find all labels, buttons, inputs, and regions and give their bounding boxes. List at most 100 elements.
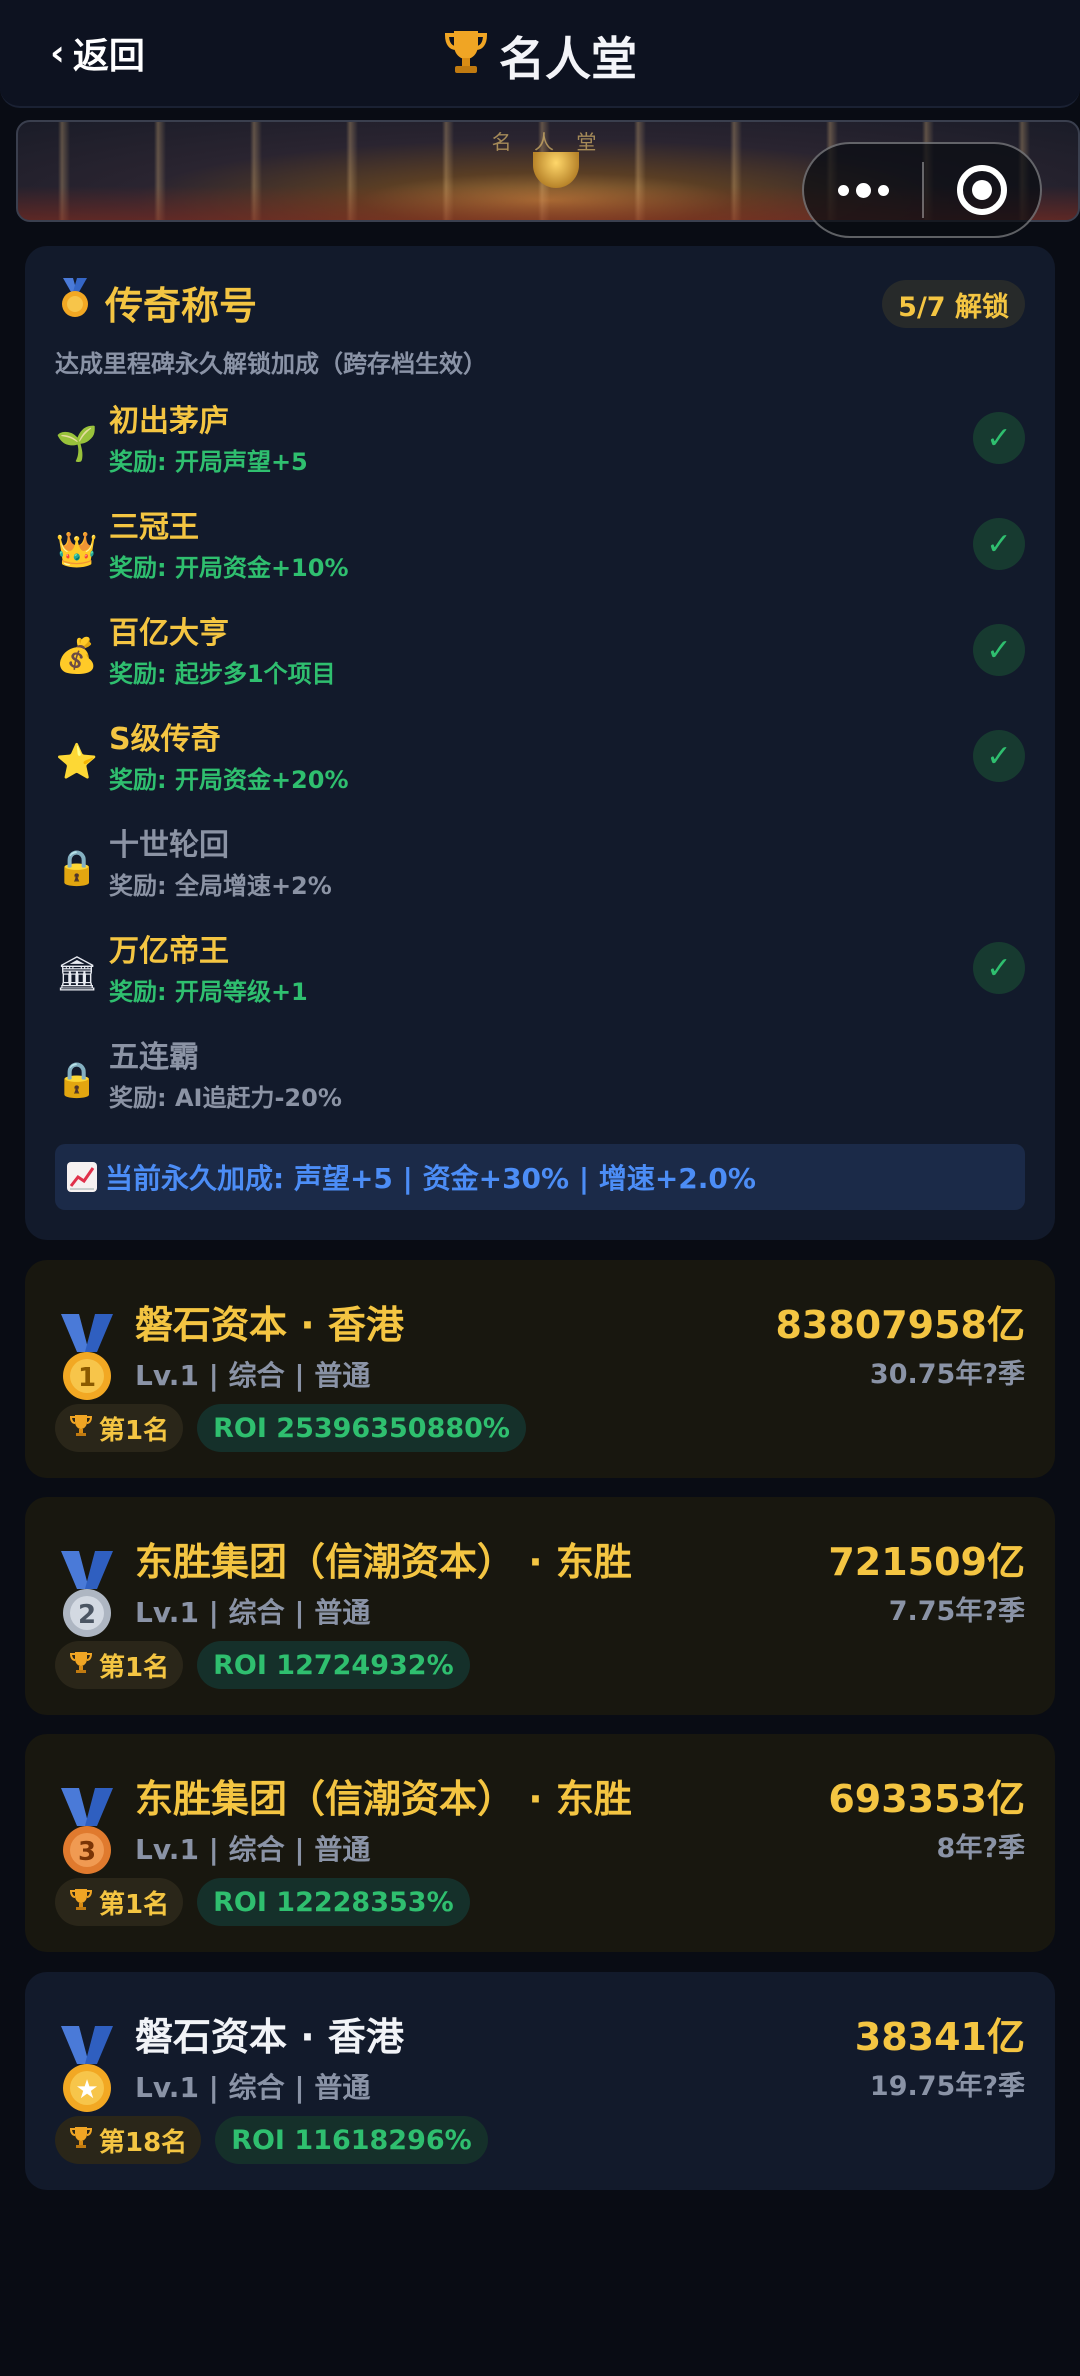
title-row: 💰 百亿大亨奖励: 起步多1个项目 ✓ bbox=[55, 608, 1025, 714]
banner-trophy bbox=[533, 152, 579, 188]
medal-icon: 3 bbox=[55, 1784, 119, 1884]
title-row: 🏛 万亿帝王奖励: 开局等级+1 ✓ bbox=[55, 926, 1025, 1032]
title-emoji-icon: 🏛 bbox=[55, 954, 99, 994]
title-row: 👑 三冠王奖励: 开局资金+10% ✓ bbox=[55, 502, 1025, 608]
asset-value: 721509亿 bbox=[828, 1540, 1025, 1584]
medal-number: ★ bbox=[75, 2075, 98, 2105]
trophy-icon bbox=[69, 1413, 93, 1443]
permanent-bonus-bar: 当前永久加成: 声望+5 | 资金+30% | 增速+2.0% bbox=[55, 1144, 1025, 1210]
top-bar: ‹ 返回 名人堂 bbox=[0, 0, 1080, 108]
elapsed-time: 7.75年?季 bbox=[888, 1596, 1025, 1627]
title-reward: 奖励: 开局等级+1 bbox=[109, 978, 308, 1006]
legend-subtitle: 达成里程碑永久解锁加成（跨存档生效） bbox=[55, 350, 487, 378]
miniprogram-capsule bbox=[802, 142, 1042, 238]
roi-badge: ROI 12228353% bbox=[197, 1878, 470, 1926]
title-reward: 奖励: AI追赶力-20% bbox=[109, 1084, 342, 1112]
ranking-card[interactable]: 2 东胜集团（信潮资本） · 东胜 Lv.1 | 综合 | 普通 721509亿 7.7… bbox=[25, 1497, 1055, 1715]
more-dots-icon bbox=[877, 184, 889, 196]
check-icon: ✓ bbox=[973, 518, 1025, 570]
company-name: 东胜集团（信潮资本） · 东胜 bbox=[135, 1777, 632, 1821]
elapsed-time: 19.75年?季 bbox=[869, 2071, 1025, 2102]
more-menu-button[interactable] bbox=[804, 182, 922, 198]
medal-icon bbox=[55, 276, 95, 329]
check-icon: ✓ bbox=[973, 730, 1025, 782]
title-list: 🌱 初出茅庐 奖励: 开局声望+5 ✓ 👑 三冠王 奖励: 开局资金+10% ✓ 💰 百亿大亨 奖励… bbox=[55, 396, 1025, 1138]
chart-increasing-icon bbox=[67, 1162, 97, 1192]
title-name: 百亿大亨 bbox=[109, 616, 229, 651]
rank-text: 第18名 bbox=[99, 2127, 188, 2158]
check-icon: ✓ bbox=[973, 412, 1025, 464]
title-name: 万亿帝王 bbox=[109, 934, 229, 969]
card-tags: 第1名 ROI 12228353% bbox=[55, 1878, 470, 1926]
trophy-icon bbox=[443, 27, 489, 86]
trophy-icon bbox=[69, 2125, 93, 2155]
company-meta: Lv.1 | 综合 | 普通 bbox=[135, 1833, 371, 1866]
company-meta: Lv.1 | 综合 | 普通 bbox=[135, 1596, 371, 1629]
rank-badge: 第1名 bbox=[55, 1641, 184, 1689]
company-meta: Lv.1 | 综合 | 普通 bbox=[135, 2071, 371, 2104]
legend-titles-panel: 传奇称号 5/7 解锁 达成里程碑永久解锁加成（跨存档生效） 🌱 初出茅庐奖励: … bbox=[25, 246, 1055, 1240]
check-icon: ✓ bbox=[973, 942, 1025, 994]
title-row: 🌱 初出茅庐奖励: 开局声望+5 ✓ bbox=[55, 396, 1025, 502]
title-name: 初出茅庐 bbox=[109, 404, 229, 439]
title-reward: 奖励: 全局增速+2% bbox=[109, 872, 332, 900]
close-miniprogram-button[interactable] bbox=[924, 165, 1040, 215]
elapsed-time: 30.75年?季 bbox=[869, 1359, 1025, 1390]
title-name: S级传奇 bbox=[109, 722, 221, 757]
card-tags: 第1名 ROI 12724932% bbox=[55, 1641, 470, 1689]
more-dots-icon bbox=[855, 182, 871, 198]
rank-text: 第1名 bbox=[99, 1652, 170, 1683]
title-emoji-icon: 💰 bbox=[55, 636, 99, 676]
title-name: 十世轮回 bbox=[109, 828, 229, 863]
check-icon: ✓ bbox=[973, 624, 1025, 676]
company-name: 磐石资本 · 香港 bbox=[135, 2015, 404, 2059]
ranking-card[interactable]: ★ 磐石资本 · 香港 Lv.1 | 综合 | 普通 38341亿 19.75年?季第1… bbox=[25, 1972, 1055, 2190]
title-name: 三冠王 bbox=[109, 510, 199, 545]
title-reward: 奖励: 开局资金+20% bbox=[109, 766, 349, 794]
title-row: ⭐ S级传奇奖励: 开局资金+20% ✓ bbox=[55, 714, 1025, 820]
roi-badge: ROI 12724932% bbox=[197, 1641, 470, 1689]
title-emoji-icon: ⭐ bbox=[55, 742, 99, 782]
title-row: 🔒 十世轮回奖励: 全局增速+2% bbox=[55, 820, 1025, 926]
rank-text: 第1名 bbox=[99, 1889, 170, 1920]
medal-icon: 2 bbox=[55, 1547, 119, 1647]
lock-icon: 🔒 bbox=[55, 1060, 99, 1100]
legend-title: 传奇称号 bbox=[55, 276, 257, 328]
title-emoji-icon: 👑 bbox=[55, 530, 99, 570]
title-emoji-icon: 🌱 bbox=[55, 424, 99, 464]
card-tags: 第18名 ROI 11618296% bbox=[55, 2116, 488, 2164]
medal-number: 2 bbox=[78, 1600, 96, 1630]
title-reward: 奖励: 开局声望+5 bbox=[109, 448, 308, 476]
title-name: 五连霸 bbox=[109, 1040, 199, 1075]
permanent-bonus-text: 当前永久加成: 声望+5 | 资金+30% | 增速+2.0% bbox=[105, 1162, 756, 1195]
title-reward: 奖励: 开局资金+10% bbox=[109, 554, 349, 582]
company-name: 东胜集团（信潮资本） · 东胜 bbox=[135, 1540, 632, 1584]
page-title-text: 名人堂 bbox=[499, 32, 637, 86]
target-close-icon bbox=[957, 165, 1007, 215]
more-dots-icon bbox=[837, 184, 849, 196]
company-name: 磐石资本 · 香港 bbox=[135, 1303, 404, 1347]
medal-number: 3 bbox=[78, 1837, 96, 1867]
roi-badge: ROI 25396350880% bbox=[197, 1404, 526, 1452]
asset-value: 38341亿 bbox=[854, 2015, 1025, 2059]
asset-value: 693353亿 bbox=[828, 1777, 1025, 1821]
lock-icon: 🔒 bbox=[55, 848, 99, 888]
rank-badge: 第18名 bbox=[55, 2116, 202, 2164]
trophy-icon bbox=[69, 1887, 93, 1917]
unlock-count-badge: 5/7 解锁 bbox=[882, 280, 1025, 328]
asset-value: 83807958亿 bbox=[775, 1303, 1025, 1347]
ranking-card[interactable]: 3 东胜集团（信潮资本） · 东胜 Lv.1 | 综合 | 普通 693353亿 8年?… bbox=[25, 1734, 1055, 1952]
rank-badge: 第1名 bbox=[55, 1878, 184, 1926]
page-title: 名人堂 bbox=[0, 24, 1080, 88]
medal-icon: ★ bbox=[55, 2022, 119, 2122]
elapsed-time: 8年?季 bbox=[936, 1833, 1025, 1864]
company-meta: Lv.1 | 综合 | 普通 bbox=[135, 1359, 371, 1392]
medal-number: 1 bbox=[78, 1363, 96, 1393]
ranking-card[interactable]: 1 磐石资本 · 香港 Lv.1 | 综合 | 普通 83807958亿 30.75年?… bbox=[25, 1260, 1055, 1478]
card-tags: 第1名 ROI 25396350880% bbox=[55, 1404, 526, 1452]
rank-text: 第1名 bbox=[99, 1415, 170, 1446]
title-reward: 奖励: 起步多1个项目 bbox=[109, 660, 336, 688]
trophy-icon bbox=[69, 1650, 93, 1680]
legend-title-text: 传奇称号 bbox=[105, 283, 258, 328]
roi-badge: ROI 11618296% bbox=[215, 2116, 488, 2164]
